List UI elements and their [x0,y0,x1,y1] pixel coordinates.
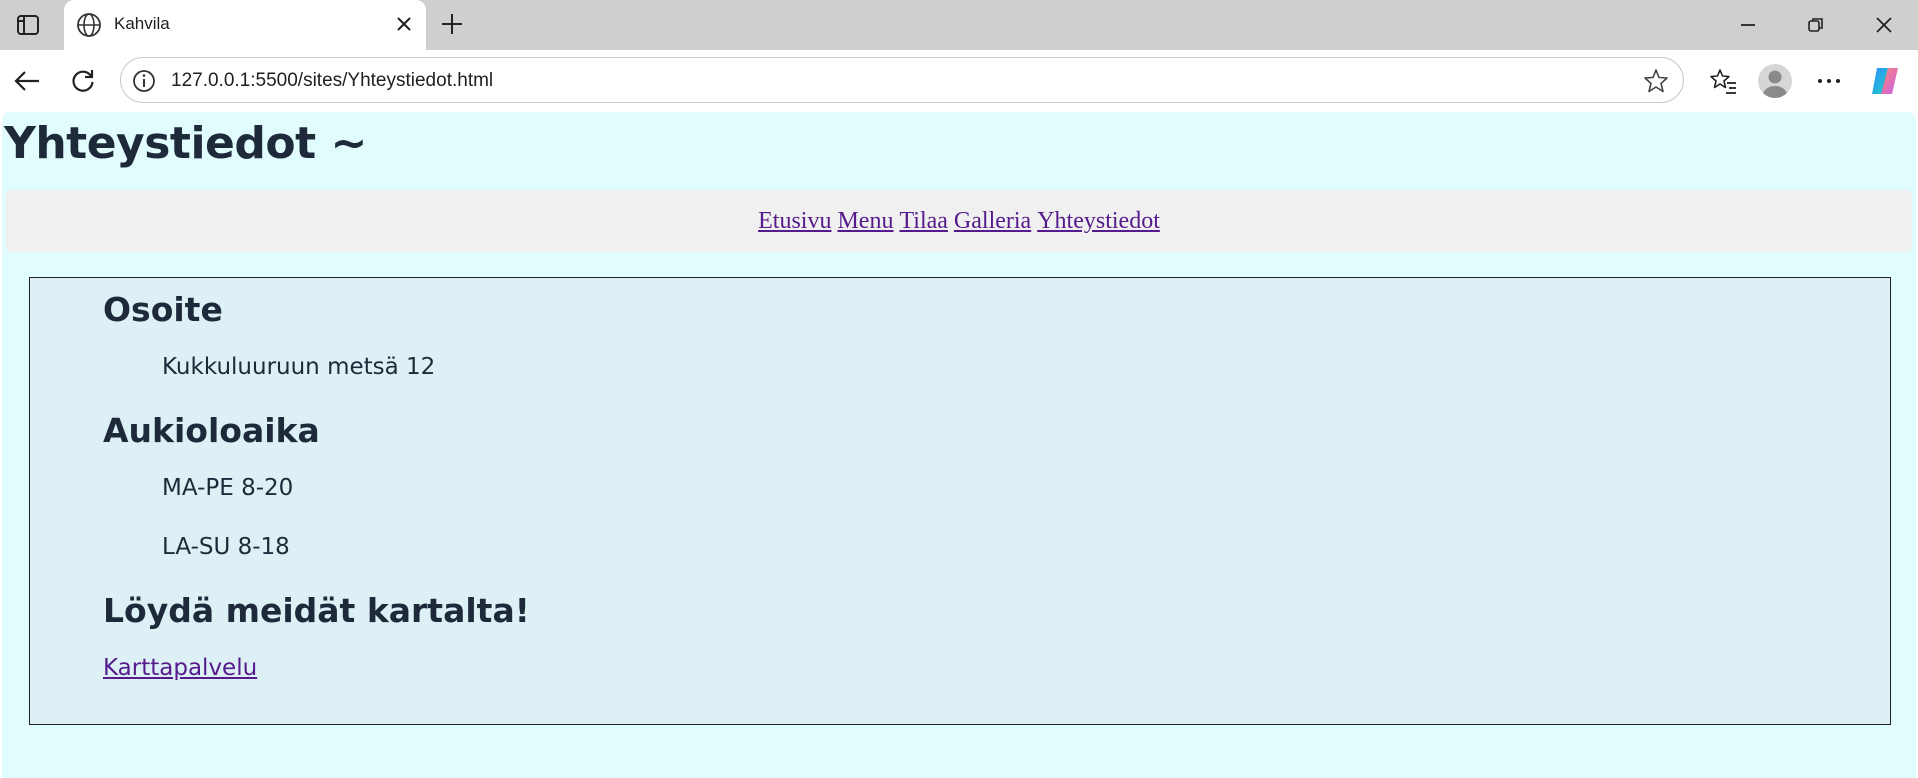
nav-link-yhteystiedot[interactable]: Yhteystiedot [1037,208,1160,235]
address-text: Kukkuluuruun metsä 12 [162,354,436,380]
tab-actions-icon[interactable] [14,12,42,38]
close-icon[interactable] [394,14,414,34]
address-heading: Osoite [103,290,223,329]
page-viewport: Yhteystiedot ~ Etusivu Menu Tilaa Galler… [2,112,1916,778]
info-icon[interactable] [131,68,157,94]
nav-link-etusivu[interactable]: Etusivu [758,208,831,235]
nav-link-galleria[interactable]: Galleria [954,208,1031,235]
browser-toolbar: 127.0.0.1:5500/sites/Yhteystiedot.html [0,50,1918,112]
browser-tab-bar: Kahvila [0,0,1918,50]
main-nav: Etusivu Menu Tilaa Galleria Yhteystiedot [6,190,1912,252]
profile-avatar[interactable] [1758,64,1792,98]
globe-icon [76,12,102,38]
tab-title: Kahvila [114,14,170,33]
map-heading: Löydä meidät kartalta! [103,591,530,630]
minimize-icon[interactable] [1734,12,1762,38]
weekend-hours-text: LA-SU 8-18 [162,534,290,560]
more-options-icon[interactable] [1812,64,1846,98]
new-tab-icon[interactable] [438,10,466,38]
nav-link-tilaa[interactable]: Tilaa [899,208,947,235]
map-service-link[interactable]: Karttapalvelu [103,655,257,681]
page-title: Yhteystiedot ~ [4,118,367,169]
contact-info-box: Osoite Kukkuluuruun metsä 12 Aukioloaika… [29,277,1891,725]
nav-link-menu[interactable]: Menu [837,208,893,235]
back-arrow-icon[interactable] [10,64,44,98]
address-bar[interactable]: 127.0.0.1:5500/sites/Yhteystiedot.html [120,57,1684,103]
opening-hours-heading: Aukioloaika [103,411,320,450]
favorite-star-icon[interactable] [1643,68,1669,94]
favorites-icon[interactable] [1706,64,1740,98]
close-window-icon[interactable] [1870,12,1898,38]
reload-icon[interactable] [66,64,100,98]
url-text: 127.0.0.1:5500/sites/Yhteystiedot.html [171,70,494,91]
copilot-icon[interactable] [1868,64,1902,98]
restore-icon[interactable] [1802,12,1830,38]
browser-tab-active[interactable]: Kahvila [64,0,426,50]
weekday-hours-text: MA-PE 8-20 [162,475,294,501]
